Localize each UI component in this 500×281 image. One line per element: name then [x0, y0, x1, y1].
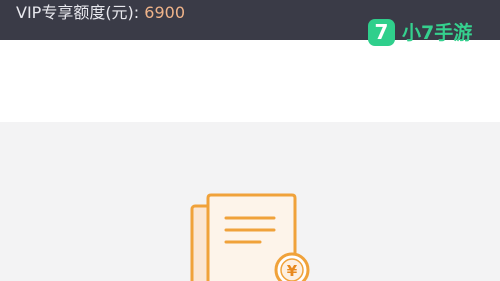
vip-quota-amount: 6900 [144, 3, 185, 22]
vip-quota-text: VIP专享额度(元): 6900 [16, 2, 185, 24]
svg-text:¥: ¥ [287, 262, 298, 280]
vip-quota-label: VIP专享额度(元): [16, 3, 145, 22]
document-yen-icon: ¥ [190, 193, 310, 281]
watermark-badge: 7 [368, 19, 395, 46]
watermark-text: 小7手游 [402, 22, 473, 44]
white-section [0, 40, 500, 122]
